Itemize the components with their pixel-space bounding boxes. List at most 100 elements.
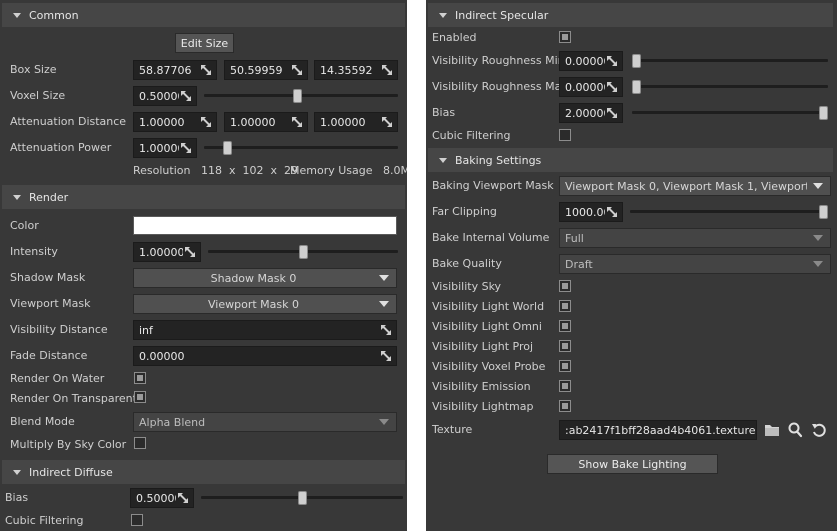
far-clipping-slider[interactable] [630,205,828,219]
visibility-distance-field[interactable]: inf [133,320,397,340]
slider-thumb[interactable] [819,106,828,120]
dropdown-caret-icon [379,301,389,307]
visibility-roughness-max-label: Visibility Roughness Max [432,80,568,93]
section-title: Render [29,190,69,204]
voxel-size-slider[interactable] [204,89,398,103]
bake-internal-volume-dropdown[interactable]: Full [559,228,831,248]
texture-path-field[interactable]: :ab2417f1bff28aad4b4061.texture [559,420,757,440]
render-on-transparent-checkbox[interactable] [134,391,146,403]
intensity-field[interactable]: 1.00000 [133,242,201,262]
diffuse-cubic-filtering-checkbox[interactable] [131,514,143,526]
section-render-header[interactable]: Render [2,185,405,209]
arrows-icon[interactable] [290,63,304,77]
collapse-triangle-icon [13,12,21,18]
arrows-icon[interactable] [176,491,190,505]
edit-size-button[interactable]: Edit Size [175,33,234,53]
arrows-icon[interactable] [199,115,213,129]
visibility-distance-label: Visibility Distance [10,323,108,336]
slider-track [204,146,398,149]
visibility-roughness-max-field[interactable]: 0.00000 [559,77,623,97]
shadow-mask-dropdown[interactable]: Shadow Mask 0 [133,268,397,288]
specular-cubic-filtering-label: Cubic Filtering [432,129,511,142]
visibility-roughness-min-slider[interactable] [632,54,828,68]
arrows-icon[interactable] [379,323,393,337]
diffuse-bias-slider[interactable] [201,491,403,505]
voxel-size-field[interactable]: 0.50000 [133,86,197,106]
diffuse-bias-field[interactable]: 0.50000 [130,488,194,508]
section-common-header[interactable]: Common [2,3,405,27]
visibility-emission-checkbox[interactable] [559,380,571,392]
color-swatch[interactable] [133,216,397,235]
folder-icon[interactable] [763,421,781,439]
slider-thumb[interactable] [223,141,233,155]
far-clipping-label: Far Clipping [432,205,497,218]
arrows-icon[interactable] [379,349,393,363]
reset-icon[interactable] [810,421,828,439]
search-icon[interactable] [786,421,804,439]
attenuation-distance-z-field[interactable]: 1.00000 [314,112,398,132]
intensity-slider[interactable] [208,245,398,259]
box-size-x-field[interactable]: 58.87706 [133,60,217,80]
dropdown-caret-icon [379,419,389,425]
box-size-z-field[interactable]: 14.35592 [314,60,398,80]
show-bake-lighting-button[interactable]: Show Bake Lighting [547,454,718,474]
section-title: Common [29,8,79,22]
attenuation-power-field[interactable]: 1.00000 [133,138,197,158]
specular-bias-slider[interactable] [632,106,828,120]
arrows-icon[interactable] [179,141,193,155]
slider-thumb[interactable] [819,205,828,219]
arrows-icon[interactable] [605,54,619,68]
slider-thumb[interactable] [632,54,641,68]
texture-label: Texture [432,423,473,436]
visibility-light-proj-checkbox[interactable] [559,340,571,352]
section-indirect-diffuse-header[interactable]: Indirect Diffuse [2,460,405,484]
voxel-size-label: Voxel Size [10,89,66,102]
arrows-icon[interactable] [605,80,619,94]
visibility-sky-checkbox[interactable] [559,280,571,292]
render-on-water-label: Render On Water [10,372,105,385]
diffuse-bias-label: Bias [5,491,29,504]
arrows-icon[interactable] [605,205,619,219]
visibility-roughness-min-field[interactable]: 0.00000 [559,51,623,71]
viewport-mask-dropdown[interactable]: Viewport Mask 0 [133,294,397,314]
far-clipping-field[interactable]: 1000.00000 [559,202,623,222]
arrows-icon[interactable] [605,106,619,120]
baking-viewport-mask-dropdown[interactable]: Viewport Mask 0, Viewport Mask 1, Viewpo… [559,176,831,196]
arrows-icon[interactable] [199,63,213,77]
enabled-label: Enabled [432,31,477,44]
section-title: Baking Settings [455,153,542,167]
visibility-lightmap-checkbox[interactable] [559,400,571,412]
bake-quality-dropdown[interactable]: Draft [559,254,831,274]
attenuation-power-slider[interactable] [204,141,398,155]
arrows-icon[interactable] [183,245,197,259]
resolution-label: Resolution [133,164,191,177]
section-indirect-specular-header[interactable]: Indirect Specular [428,3,833,27]
section-baking-settings-header[interactable]: Baking Settings [428,148,833,172]
attenuation-distance-y-field[interactable]: 1.00000 [224,112,308,132]
arrows-icon[interactable] [179,89,193,103]
arrows-icon[interactable] [380,63,394,77]
multiply-sky-checkbox[interactable] [134,437,146,449]
arrows-icon[interactable] [380,115,394,129]
visibility-light-omni-checkbox[interactable] [559,320,571,332]
specular-cubic-filtering-checkbox[interactable] [559,129,571,141]
visibility-voxel-probe-checkbox[interactable] [559,360,571,372]
dropdown-caret-icon [813,261,823,267]
box-size-y-field[interactable]: 50.59959 [224,60,308,80]
visibility-roughness-max-slider[interactable] [632,80,828,94]
fade-distance-field[interactable]: 0.00000 [133,346,397,366]
slider-thumb[interactable] [293,89,303,103]
slider-thumb[interactable] [299,245,308,259]
bake-quality-label: Bake Quality [432,257,502,270]
slider-thumb[interactable] [298,491,307,505]
visibility-light-world-checkbox[interactable] [559,300,571,312]
blend-mode-dropdown[interactable]: Alpha Blend [133,412,397,432]
enabled-checkbox[interactable] [559,31,571,43]
arrows-icon[interactable] [290,115,304,129]
specular-bias-field[interactable]: 2.00000 [559,103,623,123]
attenuation-distance-x-field[interactable]: 1.00000 [133,112,217,132]
slider-thumb[interactable] [632,80,641,94]
dropdown-caret-icon [379,275,389,281]
render-on-water-checkbox[interactable] [134,372,146,384]
collapse-triangle-icon [13,469,21,475]
